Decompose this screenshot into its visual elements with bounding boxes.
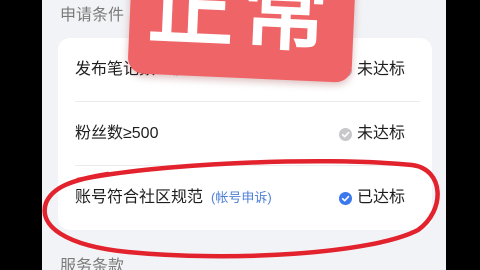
- section-title-conditions: 申请条件: [60, 7, 125, 24]
- status-indicator: 未达标: [339, 102, 405, 166]
- left-letterbox: [0, 0, 42, 270]
- status-stamp: 正常: [127, 0, 357, 83]
- right-letterbox: [446, 0, 480, 270]
- condition-row-followers: 粉丝数≥500 未达标: [58, 102, 432, 166]
- status-text: 已达标: [357, 189, 406, 206]
- section-title-terms: 服务条款: [60, 258, 125, 270]
- condition-label-group: 账号符合社区规范 (帐号申诉): [75, 166, 272, 230]
- condition-row-community: 账号符合社区规范 (帐号申诉) 已达标: [58, 166, 432, 230]
- check-circle-icon: [339, 191, 352, 205]
- appeal-link[interactable]: (帐号申诉): [211, 190, 272, 205]
- status-stamp-wrapper: 正常: [118, 0, 368, 92]
- condition-label: 粉丝数≥500: [75, 125, 159, 142]
- condition-label: 账号符合社区规范: [75, 189, 204, 206]
- check-circle-icon: [339, 127, 352, 141]
- status-indicator: 已达标: [339, 166, 405, 230]
- status-text: 未达标: [357, 125, 406, 142]
- stamp-text: 正常: [146, 0, 339, 64]
- section-title-terms-wrapper: 服务条款: [60, 255, 180, 270]
